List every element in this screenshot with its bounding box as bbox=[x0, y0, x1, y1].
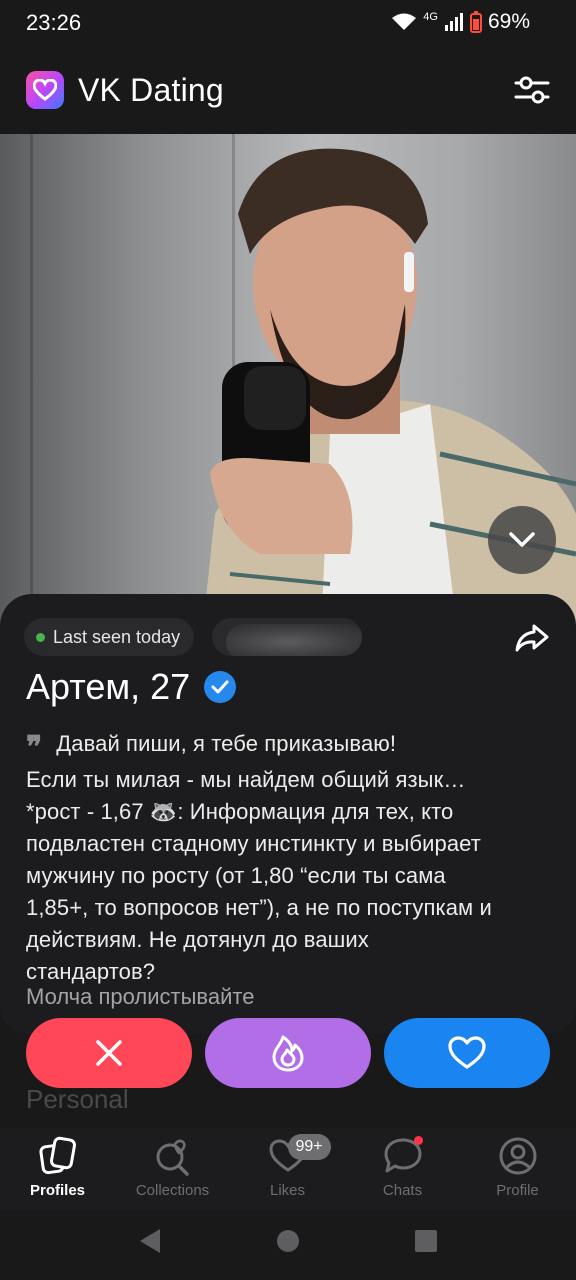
profile-photo[interactable] bbox=[0, 134, 576, 654]
app-header: VK Dating bbox=[0, 46, 576, 134]
tab-label: Likes bbox=[269, 1182, 306, 1199]
profile-bio: ❞ Давай пиши, я тебе приказываю! Если ты … bbox=[26, 728, 556, 988]
bio-line: Если ты милая - мы найдем общий язык… bbox=[26, 767, 466, 792]
superlike-button[interactable] bbox=[205, 1018, 371, 1088]
last-seen-badge: Last seen today bbox=[24, 618, 195, 656]
name-row: Артем, 27 bbox=[26, 666, 237, 708]
system-navigation-bar bbox=[0, 1210, 576, 1280]
personal-section-title: Personal bbox=[26, 1084, 129, 1114]
likes-count-badge: 99+ bbox=[287, 1134, 331, 1160]
filter-settings-icon[interactable] bbox=[514, 74, 550, 106]
tab-collections[interactable]: Collections bbox=[115, 1128, 230, 1210]
profiles-icon bbox=[38, 1136, 76, 1175]
back-icon[interactable] bbox=[138, 1228, 162, 1254]
bio-line: ❞ Давай пиши, я тебе приказываю! bbox=[26, 730, 397, 765]
expand-profile-button[interactable] bbox=[488, 506, 556, 574]
profile-name-age: Артем, 27 bbox=[26, 666, 191, 707]
vk-dating-logo-icon bbox=[26, 71, 64, 109]
recents-icon[interactable] bbox=[414, 1229, 438, 1253]
bio-line: действиям. Не дотянул до ваших bbox=[26, 927, 369, 952]
profile-icon bbox=[499, 1137, 536, 1175]
collections-icon bbox=[156, 1139, 189, 1176]
tab-profile[interactable]: Profile bbox=[460, 1128, 575, 1210]
tab-label: Chats bbox=[382, 1182, 423, 1199]
flame-icon bbox=[272, 1035, 304, 1072]
network-label: 4G bbox=[423, 11, 438, 23]
hidden-info-badge bbox=[212, 618, 362, 656]
bottom-tab-bar: Profiles Collections 99+ Likes Chats Pro… bbox=[0, 1128, 576, 1210]
bio-line-faded: Молча пролистывайте bbox=[26, 984, 255, 1009]
status-bar: 23:26 4G 69% bbox=[0, 0, 576, 46]
battery-percent: 69% bbox=[487, 10, 530, 33]
tab-profiles[interactable]: Profiles bbox=[0, 1128, 115, 1210]
tab-label: Profile bbox=[496, 1182, 539, 1199]
close-icon bbox=[96, 1040, 122, 1066]
status-icons: 4G 69% bbox=[391, 10, 530, 34]
online-status-dot bbox=[36, 632, 45, 642]
status-time: 23:26 bbox=[26, 10, 82, 35]
tab-label: Profiles bbox=[29, 1182, 86, 1199]
wifi-icon bbox=[392, 13, 417, 30]
app-title: VK Dating bbox=[78, 72, 224, 108]
bio-line: *рост - 1,67 🦝: Информация для тех, кто bbox=[26, 799, 454, 824]
chevron-down-icon bbox=[509, 532, 535, 547]
quote-icon: ❞ bbox=[26, 730, 43, 765]
tab-chats[interactable]: Chats bbox=[345, 1128, 460, 1210]
dislike-button[interactable] bbox=[26, 1018, 192, 1088]
verified-icon bbox=[204, 671, 237, 703]
tab-label: Collections bbox=[135, 1182, 210, 1199]
home-icon[interactable] bbox=[276, 1229, 300, 1253]
last-seen-text: Last seen today bbox=[53, 626, 181, 647]
bio-line: 1,85+, то вопросов нет”), а не по поступ… bbox=[26, 895, 492, 920]
like-button[interactable] bbox=[384, 1018, 550, 1088]
share-icon[interactable] bbox=[514, 622, 550, 654]
heart-icon bbox=[448, 1036, 486, 1069]
profile-card: Last seen today Артем, 27 ❞ Давай пиши, я… bbox=[0, 594, 576, 1034]
action-buttons bbox=[0, 1018, 576, 1088]
signal-icon bbox=[444, 13, 463, 31]
bio-line: мужчину по росту (от 1,80 “если ты сама bbox=[26, 863, 446, 888]
battery-icon bbox=[469, 11, 482, 33]
new-message-dot bbox=[413, 1136, 423, 1145]
photo-figure bbox=[200, 148, 576, 654]
bio-line: подвластен стадному инстинкту и выбирает bbox=[26, 831, 481, 856]
tab-likes[interactable]: 99+ Likes bbox=[230, 1128, 345, 1210]
